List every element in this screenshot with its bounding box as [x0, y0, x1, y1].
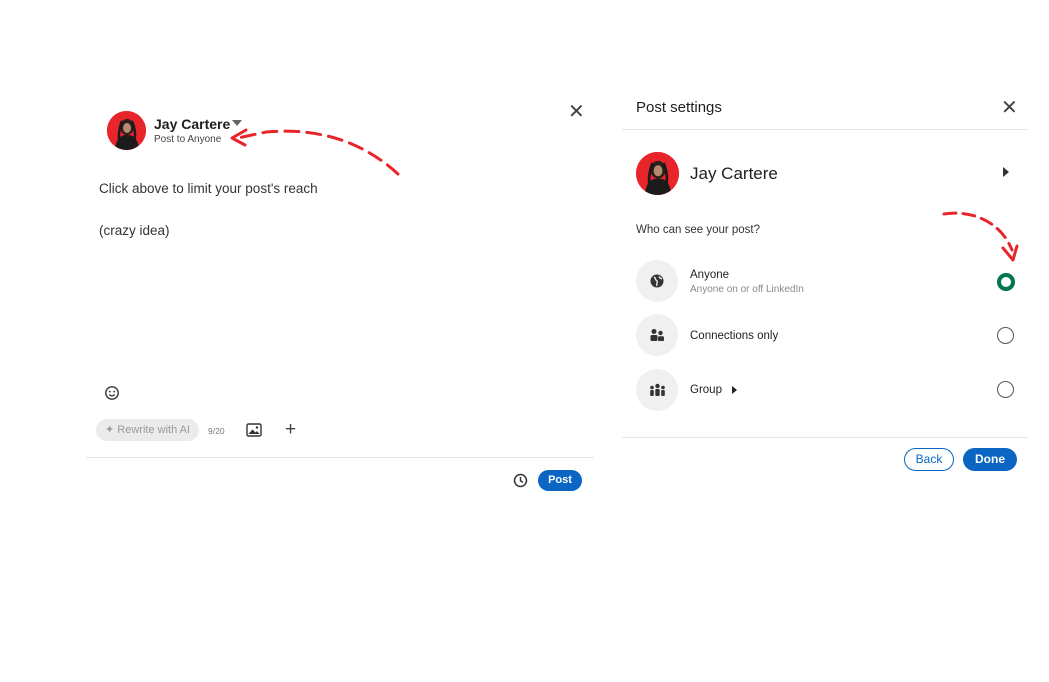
composer-divider: [86, 457, 594, 458]
close-icon[interactable]: ✕: [568, 102, 586, 122]
author-avatar: [636, 152, 679, 195]
chevron-right-icon[interactable]: [732, 386, 737, 394]
visibility-question: Who can see your post?: [636, 224, 761, 236]
annotation-arrow-icon: [230, 128, 400, 176]
radio-connections[interactable]: [997, 327, 1014, 344]
people-icon: [636, 314, 678, 356]
settings-author-name[interactable]: Jay Cartere: [690, 164, 778, 184]
audience-label[interactable]: Post to Anyone: [154, 134, 221, 145]
annotation-arrow-icon: [942, 211, 1019, 262]
rewrite-with-ai-button[interactable]: ✦ Rewrite with AI: [96, 419, 200, 441]
option-anyone-sub: Anyone on or off LinkedIn: [690, 284, 804, 295]
settings-divider-top: [622, 129, 1028, 130]
radio-anyone[interactable]: [997, 273, 1015, 291]
author-avatar[interactable]: [107, 111, 146, 150]
clock-icon[interactable]: [513, 473, 528, 493]
post-body-line-2[interactable]: (crazy idea): [99, 223, 170, 238]
settings-divider-bottom: [622, 437, 1028, 438]
post-body-line-1[interactable]: Click above to limit your post's reach: [99, 181, 318, 196]
back-button[interactable]: Back: [904, 448, 954, 471]
rewrite-label: Rewrite with AI: [117, 424, 191, 436]
settings-title: Post settings: [636, 99, 722, 116]
group-icon: [636, 369, 678, 411]
chevron-right-icon[interactable]: [1003, 167, 1009, 177]
close-icon[interactable]: ✕: [1001, 98, 1018, 118]
image-icon[interactable]: [246, 423, 262, 442]
character-counter: 9/20: [208, 426, 225, 436]
globe-icon: [636, 260, 678, 302]
done-button[interactable]: Done: [963, 448, 1017, 471]
emoji-icon[interactable]: [104, 385, 120, 401]
radio-group[interactable]: [997, 381, 1014, 398]
option-anyone-label[interactable]: Anyone: [690, 269, 729, 281]
option-group-label[interactable]: Group: [690, 384, 722, 396]
option-connections-label[interactable]: Connections only: [690, 330, 778, 342]
author-name[interactable]: Jay Cartere: [154, 116, 230, 132]
post-button[interactable]: Post: [538, 470, 582, 491]
plus-icon[interactable]: +: [285, 420, 296, 439]
sparkle-icon: ✦: [105, 424, 115, 436]
